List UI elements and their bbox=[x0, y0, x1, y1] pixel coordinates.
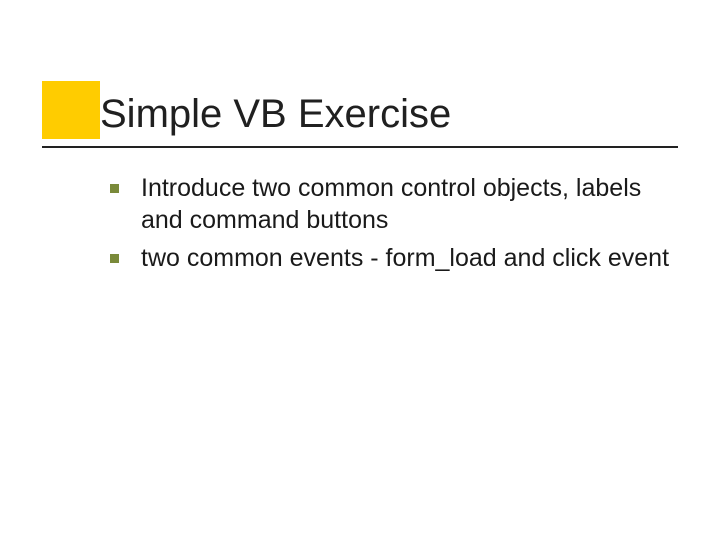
slide: Simple VB Exercise Introduce two common … bbox=[0, 0, 720, 540]
slide-body: Introduce two common control objects, la… bbox=[110, 172, 670, 280]
square-bullet-icon bbox=[110, 254, 119, 263]
slide-title: Simple VB Exercise bbox=[100, 92, 451, 137]
bullet-text: Introduce two common control objects, la… bbox=[141, 172, 670, 236]
accent-square bbox=[42, 81, 100, 139]
square-bullet-icon bbox=[110, 184, 119, 193]
title-underline bbox=[42, 146, 678, 148]
bullet-text: two common events - form_load and click … bbox=[141, 242, 670, 274]
list-item: Introduce two common control objects, la… bbox=[110, 172, 670, 236]
list-item: two common events - form_load and click … bbox=[110, 242, 670, 274]
